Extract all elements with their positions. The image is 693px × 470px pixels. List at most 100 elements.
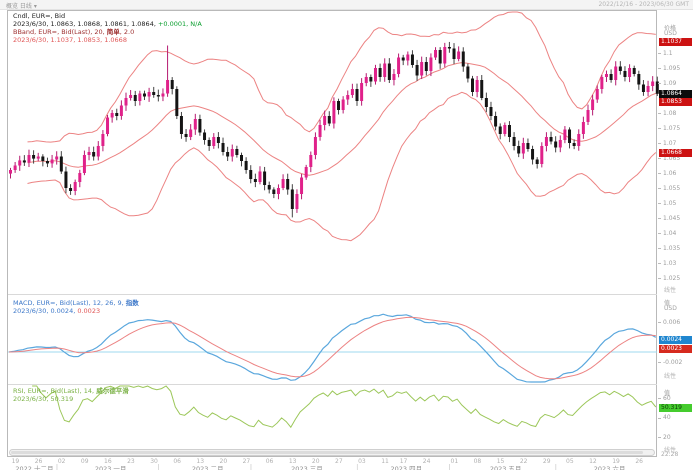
rsi-axis-badge: 50.319 <box>659 404 692 412</box>
x-axis-month-label: 2023 一月 <box>89 463 133 470</box>
axis-tick-label: 1.04 <box>663 230 676 237</box>
x-axis-day-tick: 08 <box>474 458 482 465</box>
x-axis-month-separator: | <box>56 463 58 470</box>
corner-time-label: 22:28 <box>661 451 678 458</box>
x-axis-month-separator: | <box>555 463 557 470</box>
legend-bband-series: BBand, EUR=, Bid(Last), 20, 简单, 2.0 <box>13 28 202 36</box>
axis-tickmark <box>658 248 661 249</box>
x-axis-day-tick: 06 <box>266 458 274 465</box>
axis-tick-label: 1.055 <box>663 185 680 192</box>
price-axis-scale: 线性 <box>664 285 676 294</box>
x-axis-day-tick: 27 <box>335 458 343 465</box>
rsi-legend: RSI, EUR=, Bid(Last), 14, 威尔德平滑 2023/6/3… <box>13 387 129 403</box>
x-axis-month-label: 2023 四月 <box>384 463 428 470</box>
x-axis-day-tick: 09 <box>81 458 89 465</box>
x-axis-day-tick: 03 <box>358 458 366 465</box>
x-axis-month-label: 2022 十二月 <box>12 463 56 470</box>
axis-tick-label: 1.075 <box>663 125 680 132</box>
axis-tickmark <box>658 218 661 219</box>
axis-tickmark <box>658 128 661 129</box>
legend-candle-series: Cndl, EUR=, Bid <box>13 12 202 20</box>
axis-tickmark <box>658 68 661 69</box>
macd-axis-scale: 线性 <box>664 371 676 380</box>
axis-tickmark <box>658 113 661 114</box>
axis-tick-label: 60 <box>663 395 671 402</box>
macd-axis-badge: 0.0023 <box>659 345 692 353</box>
axis-tickmark <box>658 158 661 159</box>
axis-tickmark <box>658 83 661 84</box>
x-axis-day-tick: 06 <box>173 458 181 465</box>
axis-tickmark <box>658 418 661 419</box>
legend-ohlc-line: 2023/6/30, 1.0863, 1.0868, 1.0861, 1.086… <box>13 20 202 28</box>
axis-tickmark <box>658 437 661 438</box>
legend-macd-series: MACD, EUR=, Bid(Last), 12, 26, 9, 指数 <box>13 299 139 307</box>
price-axis-badge: 1.1037 <box>659 38 692 46</box>
legend-ohlc-values: 2023/6/30, 1.0863, 1.0868, 1.0861, 1.086… <box>13 20 156 28</box>
legend-rsi-params: RSI, EUR=, Bid(Last), 14, <box>13 387 96 395</box>
axis-tick-label: 1.05 <box>663 200 676 207</box>
x-axis-month-separator: | <box>157 463 159 470</box>
x-axis-month-label: 2023 二月 <box>186 463 230 470</box>
legend-ohlc-change: +0.0001, N/A <box>156 20 202 28</box>
axis-tick-label: 1.06 <box>663 170 676 177</box>
x-axis-month-separator: | <box>449 463 451 470</box>
time-scrollbar[interactable] <box>9 449 655 456</box>
legend-rsi-series: RSI, EUR=, Bid(Last), 14, 威尔德平滑 <box>13 387 129 395</box>
axis-tick-label: 0.006 <box>663 319 680 326</box>
x-axis-day-tick: 01 <box>451 458 459 465</box>
price-axis-badge: 1.0668 <box>659 149 692 157</box>
legend-bband-matype: 简单 <box>107 28 120 36</box>
x-axis-day-tick: 05 <box>566 458 574 465</box>
axis-tickmark <box>658 278 661 279</box>
legend-rsi-value: 2023/6/30, 50.319 <box>13 395 129 403</box>
axis-tick-label: 1.07 <box>663 140 676 147</box>
axis-tick-label: 1.025 <box>663 275 680 282</box>
axis-tick-label: 1.1 <box>663 50 673 57</box>
price-axis-badge: 1.0853 <box>659 98 692 106</box>
axis-tickmark <box>658 203 661 204</box>
axis-tick-label: 1.095 <box>663 65 680 72</box>
x-axis-month-label: 2023 六月 <box>588 463 632 470</box>
axis-tickmark <box>658 173 661 174</box>
macd-axis-badge: 0.0024 <box>659 336 692 344</box>
axis-tick-label: -0.002 <box>663 359 682 366</box>
axis-tickmark <box>658 188 661 189</box>
x-axis-month-label: 2023 三月 <box>285 463 329 470</box>
legend-macd-params: MACD, EUR=, Bid(Last), 12, 26, 9, <box>13 299 126 307</box>
axis-tick-label: 1.09 <box>663 80 676 87</box>
axis-tickmark <box>658 322 661 323</box>
axis-tick-label: 20 <box>663 434 671 441</box>
x-axis-month-label: 2023 五月 <box>484 463 528 470</box>
axis-tick-label: 1.08 <box>663 110 676 117</box>
price-legend: Cndl, EUR=, Bid 2023/6/30, 1.0863, 1.086… <box>13 12 202 44</box>
x-axis-day-tick: 29 <box>543 458 551 465</box>
axis-tickmark <box>658 398 661 399</box>
legend-macd-values: 2023/6/30, 0.0024, 0.0023 <box>13 307 139 315</box>
macd-legend: MACD, EUR=, Bid(Last), 12, 26, 9, 指数 202… <box>13 299 139 315</box>
price-axis-badge: 1.0864 <box>659 90 692 98</box>
legend-macd-value: 2023/6/30, 0.0024, <box>13 307 75 315</box>
x-axis-day-tick: 02 <box>58 458 66 465</box>
axis-tick-label: 1.03 <box>663 260 676 267</box>
axis-tickmark <box>658 263 661 264</box>
x-axis-day-tick: 26 <box>635 458 643 465</box>
time-scrollbar-thumb[interactable] <box>11 451 643 454</box>
legend-macd-matype: 指数 <box>126 299 139 307</box>
x-axis-month-separator: | <box>356 463 358 470</box>
price-axis-unit: USD <box>664 30 677 37</box>
legend-macd-signal-value: 0.0023 <box>75 307 100 315</box>
axis-tickmark <box>658 362 661 363</box>
legend-bband-width: , 2.0 <box>120 28 134 36</box>
chart-application: 概览 日线 ▾ 2022/12/16 - 2023/06/30 GMT Cndl… <box>0 0 693 470</box>
legend-bband-params: BBand, EUR=, Bid(Last), 20, <box>13 28 107 36</box>
macd-axis-unit: USD <box>664 305 677 312</box>
axis-tick-label: 40 <box>663 414 671 421</box>
axis-tick-label: 1.035 <box>663 245 680 252</box>
axis-tickmark <box>658 53 661 54</box>
x-axis-month-separator: | <box>250 463 252 470</box>
legend-rsi-method: 威尔德平滑 <box>96 387 129 395</box>
axis-tick-label: 1.045 <box>663 215 680 222</box>
axis-tickmark <box>658 143 661 144</box>
legend-bband-values: 2023/6/30, 1.1037, 1.0853, 1.0668 <box>13 36 202 44</box>
axis-tickmark <box>658 233 661 234</box>
